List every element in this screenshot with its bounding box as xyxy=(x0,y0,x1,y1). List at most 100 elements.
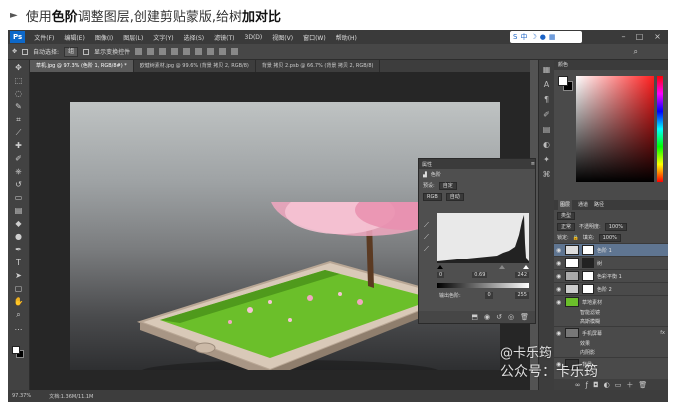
minimize-icon[interactable]: – xyxy=(619,32,628,41)
tab-layers[interactable]: 图层 xyxy=(558,200,573,210)
hand-tool-icon[interactable]: ✋ xyxy=(14,297,24,307)
eye-icon[interactable]: ◉ xyxy=(556,330,562,337)
align-middle-icon[interactable] xyxy=(147,48,155,55)
distribute-h-icon[interactable] xyxy=(219,48,227,55)
menu-type[interactable]: 文字(Y) xyxy=(148,33,178,42)
healing-tool-icon[interactable]: ✚ xyxy=(14,141,24,151)
brush-tool-icon[interactable]: ✐ xyxy=(14,154,24,164)
auto-select-dropdown[interactable]: 组 xyxy=(64,46,79,57)
align-center-icon[interactable] xyxy=(183,48,191,55)
view-previous-icon[interactable]: ◉ xyxy=(484,313,490,321)
layer-sub-row[interactable]: 智能滤镜 xyxy=(554,308,668,317)
adjustment-layer-icon[interactable]: ◐ xyxy=(604,381,610,389)
auto-select-checkbox[interactable] xyxy=(22,48,29,55)
menu-image[interactable]: 图像(I) xyxy=(90,33,118,42)
clone-tool-icon[interactable]: ⎈ xyxy=(14,167,24,177)
color-picker-field[interactable] xyxy=(576,76,654,182)
crop-tool-icon[interactable]: ⌗ xyxy=(14,115,24,125)
input-black-field[interactable]: 0 xyxy=(437,272,445,278)
move-tool-icon[interactable]: ✥ xyxy=(14,63,24,73)
tab-document-active[interactable]: 草机.jpg @ 97.3% (色阶 1, RGB/8#) * xyxy=(30,60,134,72)
input-gamma-field[interactable]: 0.69 xyxy=(472,272,488,278)
color-fg-swatch[interactable] xyxy=(558,76,568,86)
output-white-field[interactable]: 255 xyxy=(515,292,529,299)
add-mask-icon[interactable]: ◘ xyxy=(593,381,599,389)
eyedropper-gray-icon[interactable]: ⟋ xyxy=(424,233,429,242)
eye-icon[interactable]: ◉ xyxy=(556,299,562,306)
levels-panel-titlebar[interactable]: 属性 ≡ xyxy=(419,159,535,169)
shape-tool-icon[interactable]: ▢ xyxy=(14,284,24,294)
channel-dropdown[interactable]: RGB xyxy=(423,192,442,201)
layer-row[interactable]: ◉ 草地素材 xyxy=(554,295,668,308)
ime-toolbar[interactable]: S 中 ☽ ● ▦ xyxy=(510,31,582,43)
layer-mask-thumbnail[interactable] xyxy=(582,245,594,255)
zoom-level[interactable]: 97.37% xyxy=(12,393,31,399)
visibility-icon[interactable]: ◎ xyxy=(508,313,514,321)
layer-row[interactable]: ◉ 色彩平衡 1 xyxy=(554,269,668,282)
search-icon[interactable]: ⌕ xyxy=(634,47,638,57)
layer-row[interactable]: ◉ 色阶 2 xyxy=(554,282,668,295)
history-brush-icon[interactable]: ↺ xyxy=(14,180,24,190)
fill-field[interactable]: 100% xyxy=(598,233,621,242)
align-bottom-icon[interactable] xyxy=(159,48,167,55)
layer-effects-icon[interactable]: fx xyxy=(660,330,665,336)
blend-mode-dropdown[interactable]: 正常 xyxy=(557,222,576,231)
adjustments-icon[interactable]: ◐ xyxy=(542,140,552,150)
quick-select-tool-icon[interactable]: ✎ xyxy=(14,102,24,112)
group-icon[interactable]: ▭ xyxy=(615,381,622,389)
menu-view[interactable]: 视图(V) xyxy=(267,33,298,42)
eye-icon[interactable]: ◉ xyxy=(556,273,562,280)
dodge-tool-icon[interactable]: ● xyxy=(14,232,24,242)
3d-mode-icon[interactable] xyxy=(231,48,239,55)
panel-menu-icon[interactable]: ≡ xyxy=(531,161,535,167)
pen-tool-icon[interactable]: ✒ xyxy=(14,245,24,255)
eyedropper-tool-icon[interactable]: ⟋ xyxy=(14,128,24,138)
input-white-field[interactable]: 242 xyxy=(515,272,529,278)
layer-sub-row[interactable]: 高斯模糊 xyxy=(554,317,668,326)
layer-mask-thumbnail[interactable] xyxy=(582,284,594,294)
zoom-tool-icon[interactable]: ⌕ xyxy=(14,310,24,320)
clip-to-layer-icon[interactable]: ⬒ xyxy=(471,313,478,321)
lock-icon[interactable]: 🔒 xyxy=(573,235,579,241)
close-icon[interactable]: × xyxy=(653,32,662,41)
eyedropper-black-icon[interactable]: ⟋ xyxy=(424,221,429,230)
foreground-color-swatch[interactable] xyxy=(12,346,20,354)
input-levels-slider[interactable] xyxy=(437,265,529,269)
layer-mask-thumbnail[interactable] xyxy=(582,258,594,268)
fx-icon[interactable]: ƒ xyxy=(586,381,588,389)
more-tools-icon[interactable]: … xyxy=(14,323,24,333)
tab-document-smart[interactable]: 背景 拷贝 2.psb @ 66.7% (背景 拷贝 2, RGB/8) xyxy=(256,60,381,72)
eye-icon[interactable]: ◉ xyxy=(556,247,562,254)
eraser-tool-icon[interactable]: ▭ xyxy=(14,193,24,203)
menu-layer[interactable]: 图层(L) xyxy=(118,33,148,42)
trash-icon[interactable]: 🗑 xyxy=(638,381,647,389)
eyedropper-white-icon[interactable]: ⟋ xyxy=(424,245,429,254)
styles-icon[interactable]: ✦ xyxy=(542,155,552,165)
align-right-icon[interactable] xyxy=(195,48,203,55)
gradient-tool-icon[interactable]: ▤ xyxy=(14,206,24,216)
type-tool-icon[interactable]: T xyxy=(14,258,24,268)
align-left-icon[interactable] xyxy=(171,48,179,55)
layer-kind-dropdown[interactable]: 类型 xyxy=(557,211,576,220)
maximize-icon[interactable]: □ xyxy=(635,32,644,41)
menu-select[interactable]: 选择(S) xyxy=(179,33,210,42)
menu-3d[interactable]: 3D(D) xyxy=(240,34,268,41)
path-select-icon[interactable]: ➤ xyxy=(14,271,24,281)
link-icon[interactable]: ∞ xyxy=(575,381,581,389)
character-icon[interactable]: ¶ xyxy=(542,95,552,105)
align-top-icon[interactable] xyxy=(135,48,143,55)
menu-window[interactable]: 窗口(W) xyxy=(298,33,331,42)
layer-mask-thumbnail[interactable] xyxy=(582,271,594,281)
properties-icon[interactable]: A xyxy=(542,80,552,90)
hue-slider[interactable] xyxy=(657,76,663,182)
preset-dropdown[interactable]: 自定 xyxy=(438,181,457,190)
blur-tool-icon[interactable]: ◆ xyxy=(14,219,24,229)
new-layer-icon[interactable]: ＋ xyxy=(626,380,633,390)
menu-file[interactable]: 文件(F) xyxy=(29,33,59,42)
eye-icon[interactable]: ◉ xyxy=(556,286,562,293)
opacity-field[interactable]: 100% xyxy=(604,222,627,231)
paths-icon[interactable]: ⌘ xyxy=(542,170,552,180)
lasso-tool-icon[interactable]: ◌ xyxy=(14,89,24,99)
history-icon[interactable]: ▦ xyxy=(542,65,552,75)
layer-row[interactable]: ◉ 树 xyxy=(554,256,668,269)
